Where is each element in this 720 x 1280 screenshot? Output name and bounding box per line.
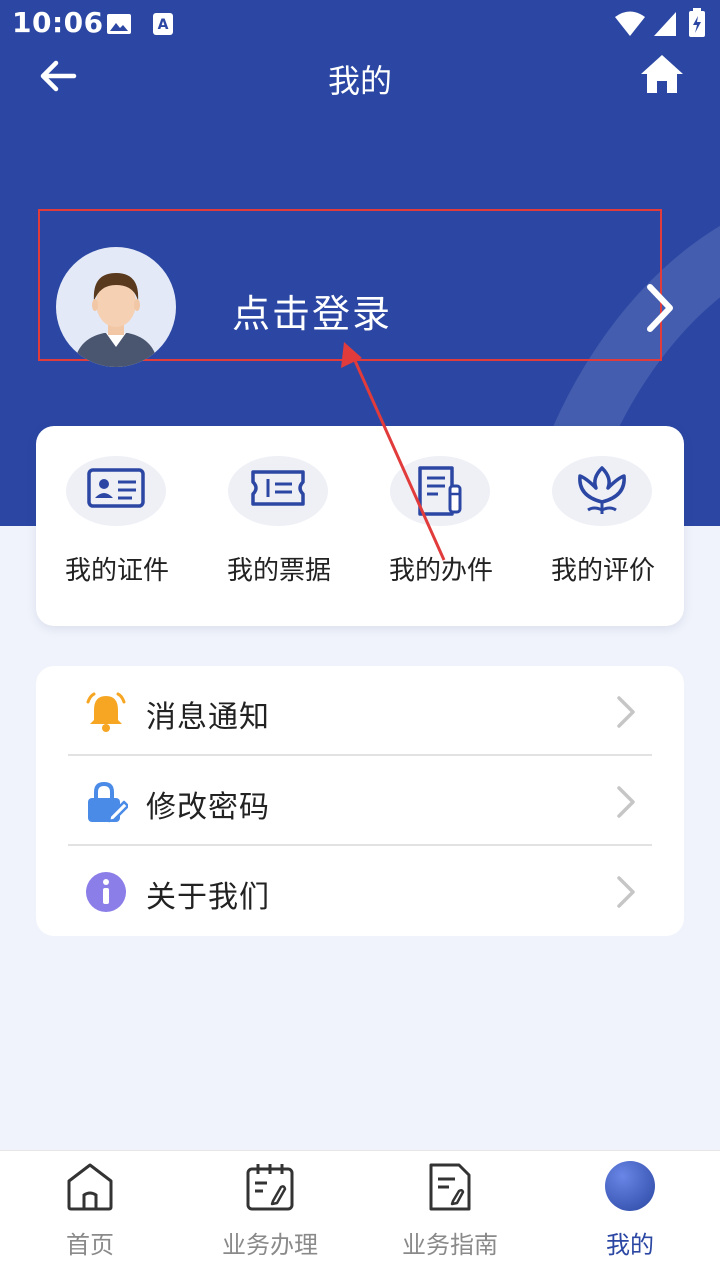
image-notification-icon <box>107 14 131 34</box>
nav-bar: 我的 <box>0 48 720 104</box>
menu-item-label: 消息通知 <box>146 700 270 735</box>
status-bar: 10:06 A <box>0 0 720 48</box>
tab-mine[interactable]: 我的 <box>540 1151 720 1280</box>
tab-business[interactable]: 业务办理 <box>180 1151 360 1280</box>
tab-label: 业务办理 <box>222 1231 318 1259</box>
ticket-icon <box>251 470 305 506</box>
status-time: 10:06 <box>12 6 104 39</box>
quick-item-label: 我的办件 <box>388 556 493 586</box>
menu-item-notifications[interactable]: 消息通知 <box>36 666 684 756</box>
menu-item-about-us[interactable]: 关于我们 <box>36 846 684 936</box>
profile-ball-icon <box>605 1161 704 1211</box>
quick-item-label: 我的评价 <box>550 556 655 586</box>
chevron-right-icon <box>617 786 635 818</box>
chevron-right-icon <box>617 876 635 908</box>
login-entry[interactable]: 点击登录 <box>38 209 673 367</box>
menu-item-label: 关于我们 <box>146 880 270 915</box>
tab-guide[interactable]: 业务指南 <box>360 1151 540 1280</box>
accessibility-notification-icon: A <box>153 13 173 35</box>
signal-icon <box>654 12 676 36</box>
info-icon <box>86 872 126 912</box>
quick-item-receipts[interactable]: 我的票据 <box>198 452 360 612</box>
tab-label: 我的 <box>606 1231 654 1259</box>
tab-label: 业务指南 <box>402 1231 498 1259</box>
tab-home[interactable]: 首页 <box>0 1151 180 1280</box>
id-card-icon <box>87 468 145 508</box>
page-title: 我的 <box>327 62 392 100</box>
battery-icon <box>689 8 705 37</box>
home-icon <box>67 1163 113 1211</box>
quick-item-label: 我的票据 <box>226 556 331 586</box>
bottom-tab-bar: 首页 业务办理 业务指南 我的 <box>0 1150 720 1280</box>
menu-item-change-password[interactable]: 修改密码 <box>36 756 684 846</box>
login-label: 点击登录 <box>232 292 393 336</box>
chevron-right-icon <box>647 284 673 332</box>
guide-doc-icon <box>429 1163 471 1211</box>
calendar-edit-icon <box>246 1164 294 1211</box>
document-edit-icon <box>418 466 462 516</box>
quick-item-label: 我的证件 <box>64 556 169 586</box>
avatar <box>56 247 176 367</box>
bell-icon <box>86 692 126 732</box>
quick-actions-card: 我的证件 我的票据 我的办件 我的评价 <box>36 426 684 626</box>
chevron-right-icon <box>617 696 635 728</box>
quick-item-certificates[interactable]: 我的证件 <box>36 452 198 612</box>
menu-item-label: 修改密码 <box>146 790 270 825</box>
quick-item-cases[interactable]: 我的办件 <box>360 452 522 612</box>
flower-icon <box>578 466 626 514</box>
quick-item-reviews[interactable]: 我的评价 <box>522 452 684 612</box>
tab-label: 首页 <box>66 1231 114 1259</box>
settings-menu-card: 消息通知 修改密码 关于我们 <box>36 666 684 936</box>
home-icon[interactable] <box>638 52 686 96</box>
wifi-icon <box>615 11 645 36</box>
lock-edit-icon <box>88 781 128 823</box>
svg-text:A: A <box>158 17 169 33</box>
